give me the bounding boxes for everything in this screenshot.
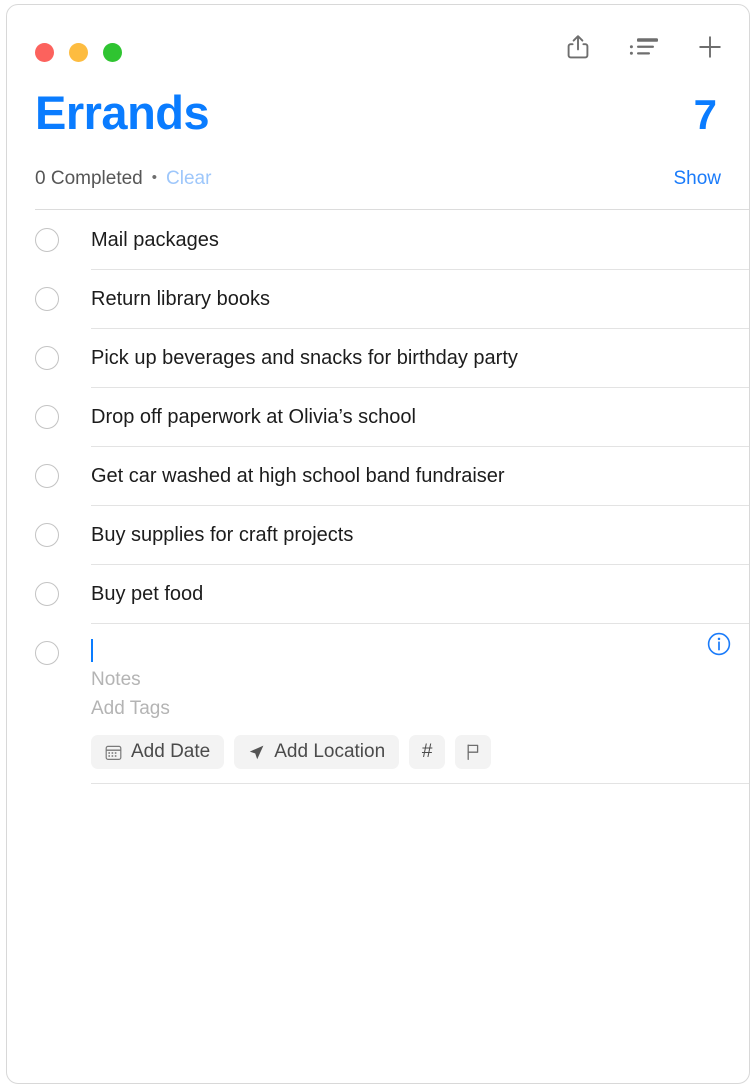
clear-completed-button[interactable]: Clear [166,168,211,190]
list-item-title[interactable]: Buy pet food [91,584,203,604]
complete-toggle-cell [35,564,91,623]
flag-icon [465,743,481,761]
list-item-title[interactable]: Get car washed at high school band fundr… [91,466,505,486]
reminders-list: Mail packages Return library books Pick … [7,210,749,784]
circle-checkbox-icon[interactable] [35,286,59,311]
view-options-button[interactable] [629,31,659,63]
list-item-title[interactable]: Mail packages [91,230,219,250]
new-reminder-body: Notes Add Tags Add Date Add Location # [91,623,749,783]
circle-checkbox-icon[interactable] [35,345,59,370]
list-item-title[interactable]: Pick up beverages and snacks for birthda… [91,348,518,368]
page-title: Errands [35,86,210,139]
add-date-label: Add Date [131,741,211,762]
list-item-body: Get car washed at high school band fundr… [91,446,749,505]
completed-row: 0 Completed • Clear Show [35,153,721,209]
share-icon [566,34,590,60]
list-item-title[interactable]: Drop off paperwork at Olivia’s school [91,407,416,427]
reminder-count: 7 [693,91,717,138]
circle-checkbox-icon[interactable] [35,522,59,547]
add-reminder-button[interactable] [695,31,725,63]
list-view-icon [629,36,659,58]
info-circle-icon [707,632,731,660]
tags-field[interactable]: Add Tags [91,694,749,723]
list-item[interactable]: Buy supplies for craft projects [7,505,749,564]
circle-checkbox-icon[interactable] [35,227,59,252]
complete-toggle-cell [35,210,91,269]
new-reminder-title-field[interactable] [91,639,749,665]
reminders-window: Errands 7 0 Completed • Clear Show Mail … [6,4,750,1084]
show-completed-button[interactable]: Show [673,168,721,190]
minimize-window-button[interactable] [69,43,88,62]
list-item[interactable]: Buy pet food [7,564,749,623]
list-item-body: Buy pet food [91,564,749,623]
complete-toggle-cell [35,328,91,387]
list-item[interactable]: Mail packages [7,210,749,269]
list-item[interactable]: Get car washed at high school band fundr… [7,446,749,505]
close-window-button[interactable] [35,43,54,62]
circle-checkbox-icon[interactable] [35,581,59,606]
hash-icon: # [421,741,433,762]
complete-toggle-cell [35,387,91,446]
completed-group: 0 Completed • Clear [35,168,211,190]
text-cursor [91,639,93,662]
new-reminder-row[interactable]: Notes Add Tags Add Date Add Location # [7,623,749,783]
list-item-title[interactable]: Return library books [91,289,270,309]
list-header: Errands 7 0 Completed • Clear Show [7,89,749,209]
add-location-label: Add Location [274,741,386,762]
location-arrow-icon [248,744,265,761]
circle-checkbox-icon[interactable] [35,463,59,488]
list-item[interactable]: Pick up beverages and snacks for birthda… [7,328,749,387]
circle-checkbox-icon[interactable] [35,640,59,665]
calendar-icon [105,744,122,761]
circle-checkbox-icon[interactable] [35,404,59,429]
maximize-window-button[interactable] [103,43,122,62]
reminder-info-button[interactable] [707,632,731,656]
meta-separator-dot: • [151,169,157,186]
completed-count-label: 0 Completed [35,168,143,189]
traffic-lights [35,43,122,62]
list-item-body: Drop off paperwork at Olivia’s school [91,387,749,446]
list-item-body: Pick up beverages and snacks for birthda… [91,328,749,387]
list-item-title[interactable]: Buy supplies for craft projects [91,525,353,545]
quick-actions: Add Date Add Location # [91,735,749,769]
list-bottom-divider [91,783,749,784]
add-tag-button[interactable]: # [409,735,446,769]
complete-toggle-cell [35,269,91,328]
add-date-button[interactable]: Add Date [91,735,225,769]
add-flag-button[interactable] [455,735,492,769]
complete-toggle-cell [35,623,91,682]
notes-field[interactable]: Notes [91,665,749,694]
list-item-body: Mail packages [91,210,749,269]
toolbar-actions [563,31,725,63]
share-button[interactable] [563,31,593,63]
list-item-body: Buy supplies for craft projects [91,505,749,564]
complete-toggle-cell [35,446,91,505]
window-toolbar [7,5,749,89]
title-row: Errands 7 [35,89,721,153]
list-item-body: Return library books [91,269,749,328]
list-item[interactable]: Return library books [7,269,749,328]
plus-icon [697,34,723,60]
add-location-button[interactable]: Add Location [234,735,400,769]
list-item[interactable]: Drop off paperwork at Olivia’s school [7,387,749,446]
complete-toggle-cell [35,505,91,564]
